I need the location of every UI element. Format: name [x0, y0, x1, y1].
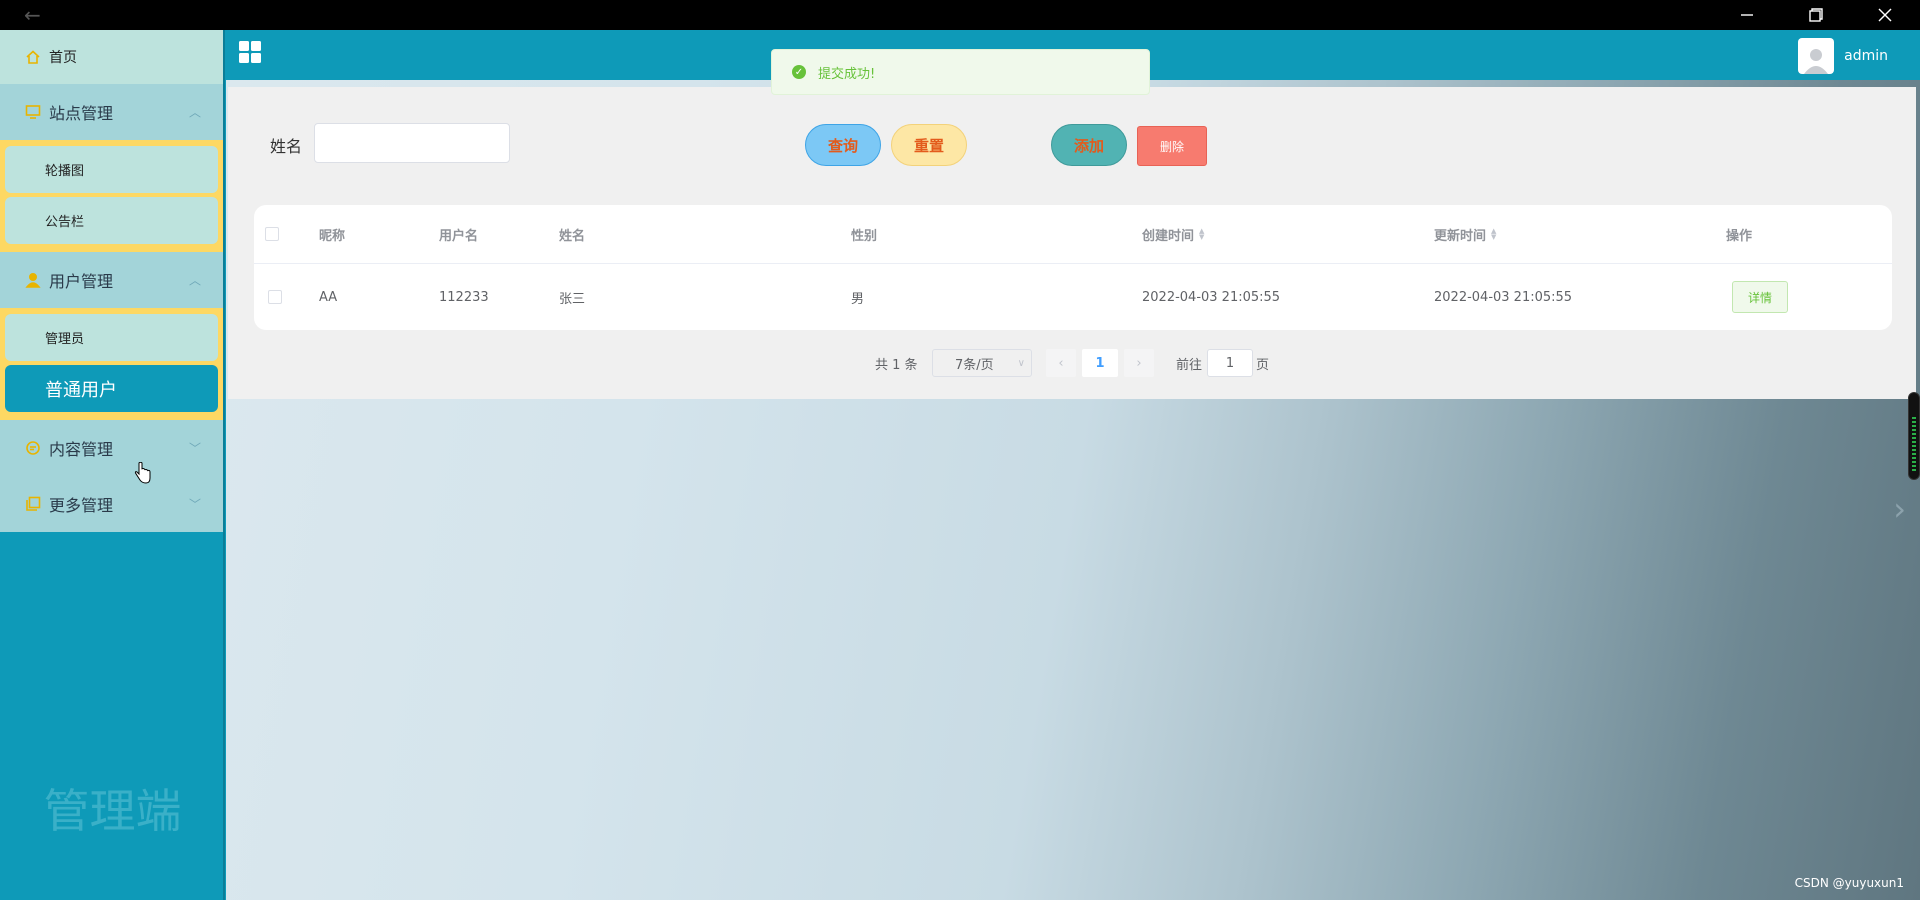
hand-cursor-icon	[134, 461, 152, 488]
column-header-gender: 性别	[851, 228, 878, 244]
sidebar: 首页 站点管理 ︿ 轮播图 公告栏 用户管理 ︿ 管理员 普通用户 内容管理 ﹀…	[0, 30, 225, 900]
sidebar-item-normal-user[interactable]: 普通用户	[5, 365, 218, 412]
name-search-label: 姓名	[270, 137, 303, 156]
sidebar-item-label: 管理员	[45, 332, 85, 347]
minimize-window-button[interactable]	[1712, 0, 1782, 30]
chevron-up-icon: ︿	[188, 105, 201, 120]
restore-window-button[interactable]	[1781, 0, 1851, 30]
scroll-indicator[interactable]	[1908, 392, 1920, 480]
select-all-checkbox[interactable]	[265, 227, 279, 241]
query-button[interactable]: 查询	[805, 124, 881, 166]
user-menu[interactable]: admin	[1798, 38, 1888, 74]
sidebar-item-notice[interactable]: 公告栏	[5, 197, 218, 244]
detail-button[interactable]: 详情	[1732, 281, 1788, 313]
sidebar-group-label: 用户管理	[49, 272, 114, 291]
restore-icon	[1809, 8, 1823, 22]
watermark: CSDN @yuyuxun1	[1794, 876, 1904, 890]
column-header-username: 用户名	[439, 228, 479, 244]
cell-gender: 男	[851, 291, 865, 307]
table-row: AA 112233 张三 男 2022-04-03 21:05:55 2022-…	[254, 264, 1892, 330]
sort-icon[interactable]: ▲ ▼	[1199, 228, 1204, 241]
page-size-value: 7条/页	[955, 357, 994, 373]
minimize-icon	[1741, 14, 1753, 16]
sort-icon[interactable]: ▲ ▼	[1491, 228, 1496, 241]
column-header-created[interactable]: 创建时间 ▲ ▼	[1142, 205, 1204, 263]
goto-label: 前往	[1176, 357, 1203, 373]
chevron-down-icon: ﹀	[188, 497, 201, 512]
username: admin	[1844, 48, 1888, 64]
sidebar-item-carousel[interactable]: 轮播图	[5, 146, 218, 193]
monitor-icon	[24, 103, 42, 121]
avatar	[1798, 38, 1835, 74]
page-size-select[interactable]: 7条/页 ∨	[932, 349, 1032, 377]
column-header-label: 创建时间	[1142, 228, 1195, 244]
goto-page-input[interactable]: 1	[1207, 349, 1253, 377]
pagination-total: 共 1 条	[875, 357, 918, 373]
chevron-down-icon: ﹀	[188, 441, 201, 456]
back-arrow-icon[interactable]: ←	[24, 5, 41, 25]
sidebar-item-label: 首页	[49, 50, 77, 66]
column-header-action: 操作	[1726, 228, 1753, 244]
cell-created: 2022-04-03 21:05:55	[1142, 289, 1281, 305]
name-search-input[interactable]	[314, 123, 510, 163]
sidebar-menu: 首页 站点管理 ︿ 轮播图 公告栏 用户管理 ︿ 管理员 普通用户	[0, 30, 223, 420]
next-page-button[interactable]: ›	[1124, 349, 1154, 377]
chevron-right-icon: ›	[1136, 355, 1142, 371]
sidebar-submenu-site: 轮播图 公告栏	[0, 140, 223, 252]
sidebar-group-more[interactable]: 更多管理 ﹀	[0, 476, 223, 532]
page-suffix-label: 页	[1256, 357, 1270, 373]
chevron-right-icon[interactable]: ›	[1893, 490, 1906, 528]
column-header-updated[interactable]: 更新时间 ▲ ▼	[1434, 205, 1496, 263]
close-icon	[1878, 8, 1892, 22]
page-number-current[interactable]: 1	[1082, 349, 1118, 377]
sidebar-group-label: 站点管理	[49, 104, 114, 123]
cell-username: 112233	[439, 289, 489, 305]
user-table: 昵称 用户名 姓名 性别 创建时间 ▲ ▼ 更新时间 ▲ ▼ 操作 AA 11223…	[254, 205, 1892, 330]
reset-button[interactable]: 重置	[891, 124, 967, 166]
sidebar-item-label: 公告栏	[45, 215, 85, 230]
chat-icon	[24, 439, 42, 457]
sidebar-group-site[interactable]: 站点管理 ︿	[0, 84, 223, 140]
avatar-person-icon	[1804, 49, 1829, 74]
window-titlebar: ←	[0, 0, 1920, 30]
sidebar-group-label: 更多管理	[49, 496, 114, 515]
chevron-left-icon: ‹	[1058, 355, 1064, 371]
close-window-button[interactable]	[1850, 0, 1920, 30]
chevron-up-icon: ︿	[188, 273, 201, 288]
copy-icon	[24, 495, 42, 513]
user-icon	[24, 271, 42, 289]
sidebar-group-content[interactable]: 内容管理 ﹀	[0, 420, 223, 476]
sidebar-group-users[interactable]: 用户管理 ︿	[0, 252, 223, 308]
check-circle-icon: ✓	[792, 65, 806, 79]
cell-updated: 2022-04-03 21:05:55	[1434, 289, 1573, 305]
sidebar-submenu-users: 管理员 普通用户	[0, 308, 223, 420]
brand-label: 管理端	[43, 784, 182, 838]
success-toast: ✓ 提交成功!	[771, 49, 1150, 95]
sidebar-item-label: 轮播图	[45, 164, 85, 179]
table-header: 昵称 用户名 姓名 性别 创建时间 ▲ ▼ 更新时间 ▲ ▼ 操作	[254, 205, 1892, 264]
column-header-nickname: 昵称	[319, 228, 346, 244]
cell-nickname: AA	[319, 289, 338, 305]
toast-message: 提交成功!	[818, 66, 876, 82]
delete-button[interactable]: 删除	[1137, 126, 1207, 166]
column-header-name: 姓名	[559, 228, 586, 244]
prev-page-button[interactable]: ‹	[1046, 349, 1076, 377]
row-checkbox[interactable]	[268, 290, 282, 304]
column-header-label: 更新时间	[1434, 228, 1487, 244]
cell-name: 张三	[559, 291, 586, 307]
sidebar-item-admin[interactable]: 管理员	[5, 314, 218, 361]
chevron-down-icon: ∨	[1017, 357, 1025, 369]
sidebar-group-label: 内容管理	[49, 440, 114, 459]
home-icon	[24, 48, 42, 66]
sidebar-item-label: 普通用户	[45, 379, 117, 401]
sidebar-item-home[interactable]: 首页	[0, 30, 223, 84]
add-button[interactable]: 添加	[1051, 124, 1127, 166]
